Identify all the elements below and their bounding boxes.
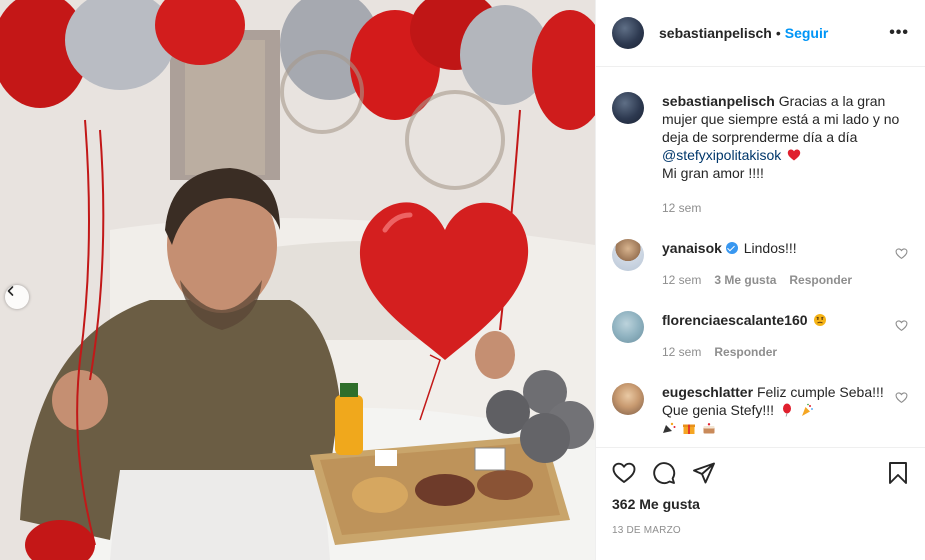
caption-username[interactable]: sebastianpelisch	[662, 93, 775, 109]
post-photo	[0, 0, 595, 560]
red-heart-icon	[787, 149, 801, 161]
comment-item: yanaisok Lindos!!! 12 sem 3 Me gusta Res…	[612, 239, 910, 289]
reply-button[interactable]: Responder	[714, 343, 777, 361]
post-date[interactable]: 13 DE MARZO	[612, 525, 910, 536]
comments-list[interactable]: sebastianpelisch Gracias a la gran mujer…	[596, 68, 925, 446]
likes-count[interactable]: 362 Me gusta	[612, 496, 910, 512]
confetti-icon	[663, 422, 676, 433]
post-username[interactable]: sebastianpelisch	[659, 25, 772, 41]
previous-arrow-button[interactable]	[5, 285, 29, 309]
action-bar	[612, 448, 910, 496]
photo-illustration	[0, 0, 595, 560]
comment-time[interactable]: 12 sem	[662, 343, 701, 361]
comment-username[interactable]: florenciaescalante160	[662, 312, 808, 328]
share-icon[interactable]	[692, 461, 716, 485]
comment-like-icon[interactable]	[895, 319, 908, 332]
avatar[interactable]	[612, 92, 644, 124]
gift-icon	[682, 424, 695, 434]
bookmark-icon[interactable]	[886, 461, 910, 485]
comment-username[interactable]: eugeschlatter	[662, 384, 753, 400]
pouting-face-icon	[814, 314, 827, 326]
chevron-left-icon	[7, 286, 14, 296]
avatar[interactable]	[612, 239, 644, 271]
avatar[interactable]	[612, 17, 644, 49]
cake-icon	[703, 423, 715, 434]
heart-icon[interactable]	[612, 461, 636, 485]
separator-dot: •	[775, 25, 781, 41]
comment-likes[interactable]: 3 Me gusta	[714, 271, 776, 289]
caption-time[interactable]: 12 sem	[662, 199, 701, 217]
party-popper-icon	[801, 403, 813, 416]
balloon-emoji-icon	[782, 403, 791, 417]
comment-icon[interactable]	[652, 461, 676, 485]
follow-button[interactable]: Seguir	[785, 25, 829, 41]
post-side-panel: sebastianpelisch • Seguir ••• sebastianp…	[595, 0, 925, 560]
avatar[interactable]	[612, 311, 644, 343]
post-header: sebastianpelisch • Seguir •••	[596, 0, 925, 67]
comment-item: florenciaescalante160 12 sem Responder	[612, 311, 910, 361]
comment-time[interactable]: 12 sem	[662, 271, 701, 289]
reply-button[interactable]: Responder	[789, 271, 852, 289]
comment-text: Lindos!!!	[743, 240, 797, 256]
caption: sebastianpelisch Gracias a la gran mujer…	[612, 92, 910, 217]
mention-link[interactable]: @stefyxipolitakisok	[662, 147, 781, 163]
caption-line-2: Mi gran amor !!!!	[662, 165, 764, 181]
comment-like-icon[interactable]	[895, 391, 908, 404]
post-actions: 362 Me gusta 13 DE MARZO	[596, 447, 925, 560]
comment-username[interactable]: yanaisok	[662, 240, 722, 256]
verified-icon	[725, 242, 738, 254]
comment-like-icon[interactable]	[895, 247, 908, 260]
avatar[interactable]	[612, 383, 644, 415]
more-icon[interactable]: •••	[889, 24, 909, 42]
comment-item: eugeschlatter Feliz cumple Seba!!! Que g…	[612, 383, 910, 437]
